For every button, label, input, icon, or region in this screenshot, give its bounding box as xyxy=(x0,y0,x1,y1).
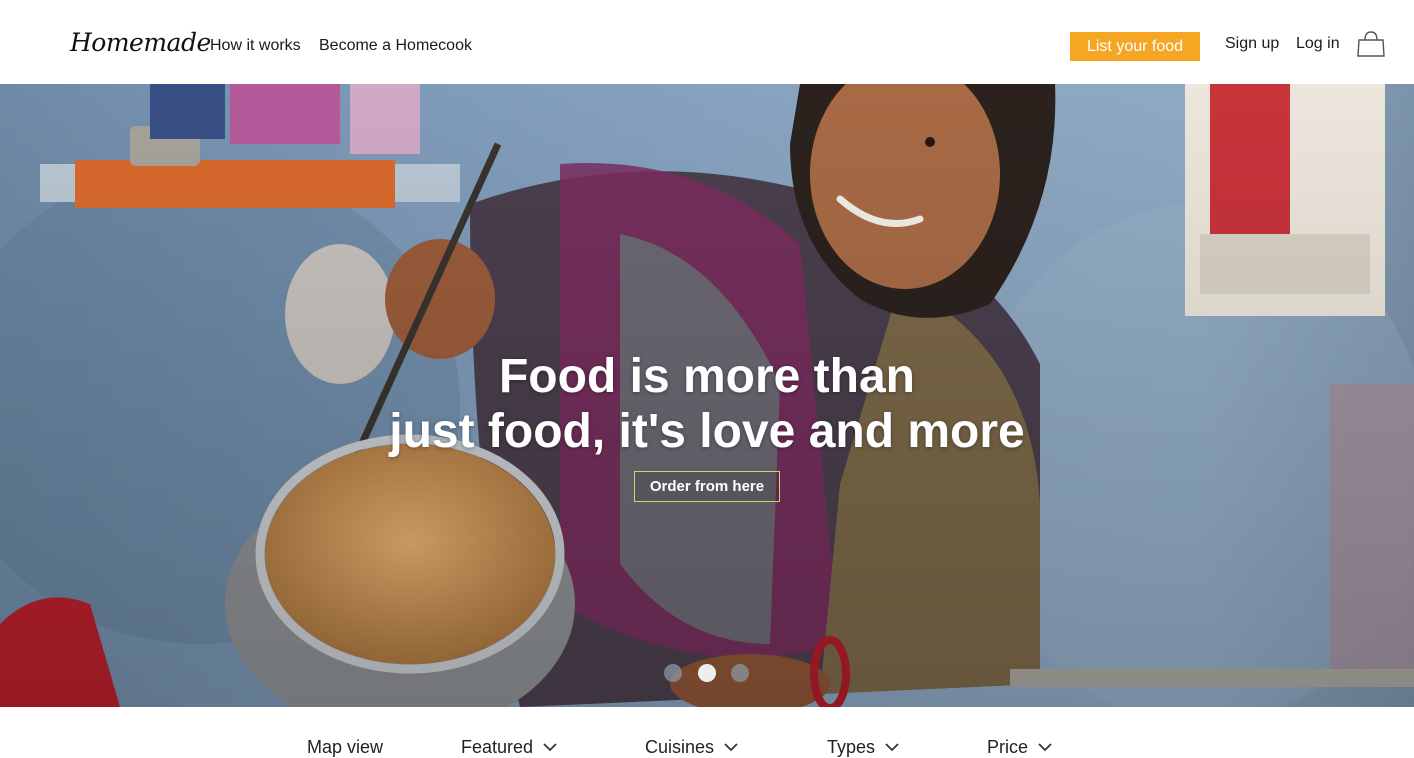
map-view-toggle[interactable]: Map view xyxy=(307,737,383,758)
chevron-down-icon xyxy=(885,743,899,752)
log-in-link[interactable]: Log in xyxy=(1296,35,1340,53)
filter-bar: Map view Featured Cuisines Types Price xyxy=(0,707,1414,757)
carousel-dot-1[interactable] xyxy=(664,664,682,682)
cuisines-label: Cuisines xyxy=(645,737,715,757)
list-your-food-button[interactable]: List your food xyxy=(1070,32,1200,61)
hero-headline: Food is more than just food, it's love a… xyxy=(0,349,1414,459)
hero-headline-line-2: just food, it's love and more xyxy=(389,405,1025,458)
featured-label: Featured xyxy=(461,737,534,757)
types-dropdown[interactable]: Types xyxy=(827,737,899,758)
types-label: Types xyxy=(827,737,876,757)
chevron-down-icon xyxy=(543,743,557,752)
nav-how-it-works[interactable]: How it works xyxy=(210,37,301,55)
featured-dropdown[interactable]: Featured xyxy=(461,737,557,758)
order-from-here-button[interactable]: Order from here xyxy=(634,471,780,502)
chevron-down-icon xyxy=(1038,743,1052,752)
price-dropdown[interactable]: Price xyxy=(987,737,1052,758)
hero-headline-line-1: Food is more than xyxy=(498,350,915,403)
price-label: Price xyxy=(987,737,1029,757)
logo[interactable]: Homemade xyxy=(70,28,211,57)
chevron-down-icon xyxy=(724,743,738,752)
carousel-dot-2-active[interactable] xyxy=(698,664,716,682)
shopping-bag-icon[interactable] xyxy=(1356,30,1386,58)
carousel-dot-3[interactable] xyxy=(731,664,749,682)
cuisines-dropdown[interactable]: Cuisines xyxy=(645,737,738,758)
site-header: Homemade How it works Become a Homecook … xyxy=(0,0,1414,84)
sign-up-link[interactable]: Sign up xyxy=(1225,35,1279,53)
map-view-label: Map view xyxy=(307,737,384,757)
nav-become-homecook[interactable]: Become a Homecook xyxy=(319,37,472,55)
carousel-dots xyxy=(664,664,754,682)
hero-banner: Food is more than just food, it's love a… xyxy=(0,84,1414,707)
